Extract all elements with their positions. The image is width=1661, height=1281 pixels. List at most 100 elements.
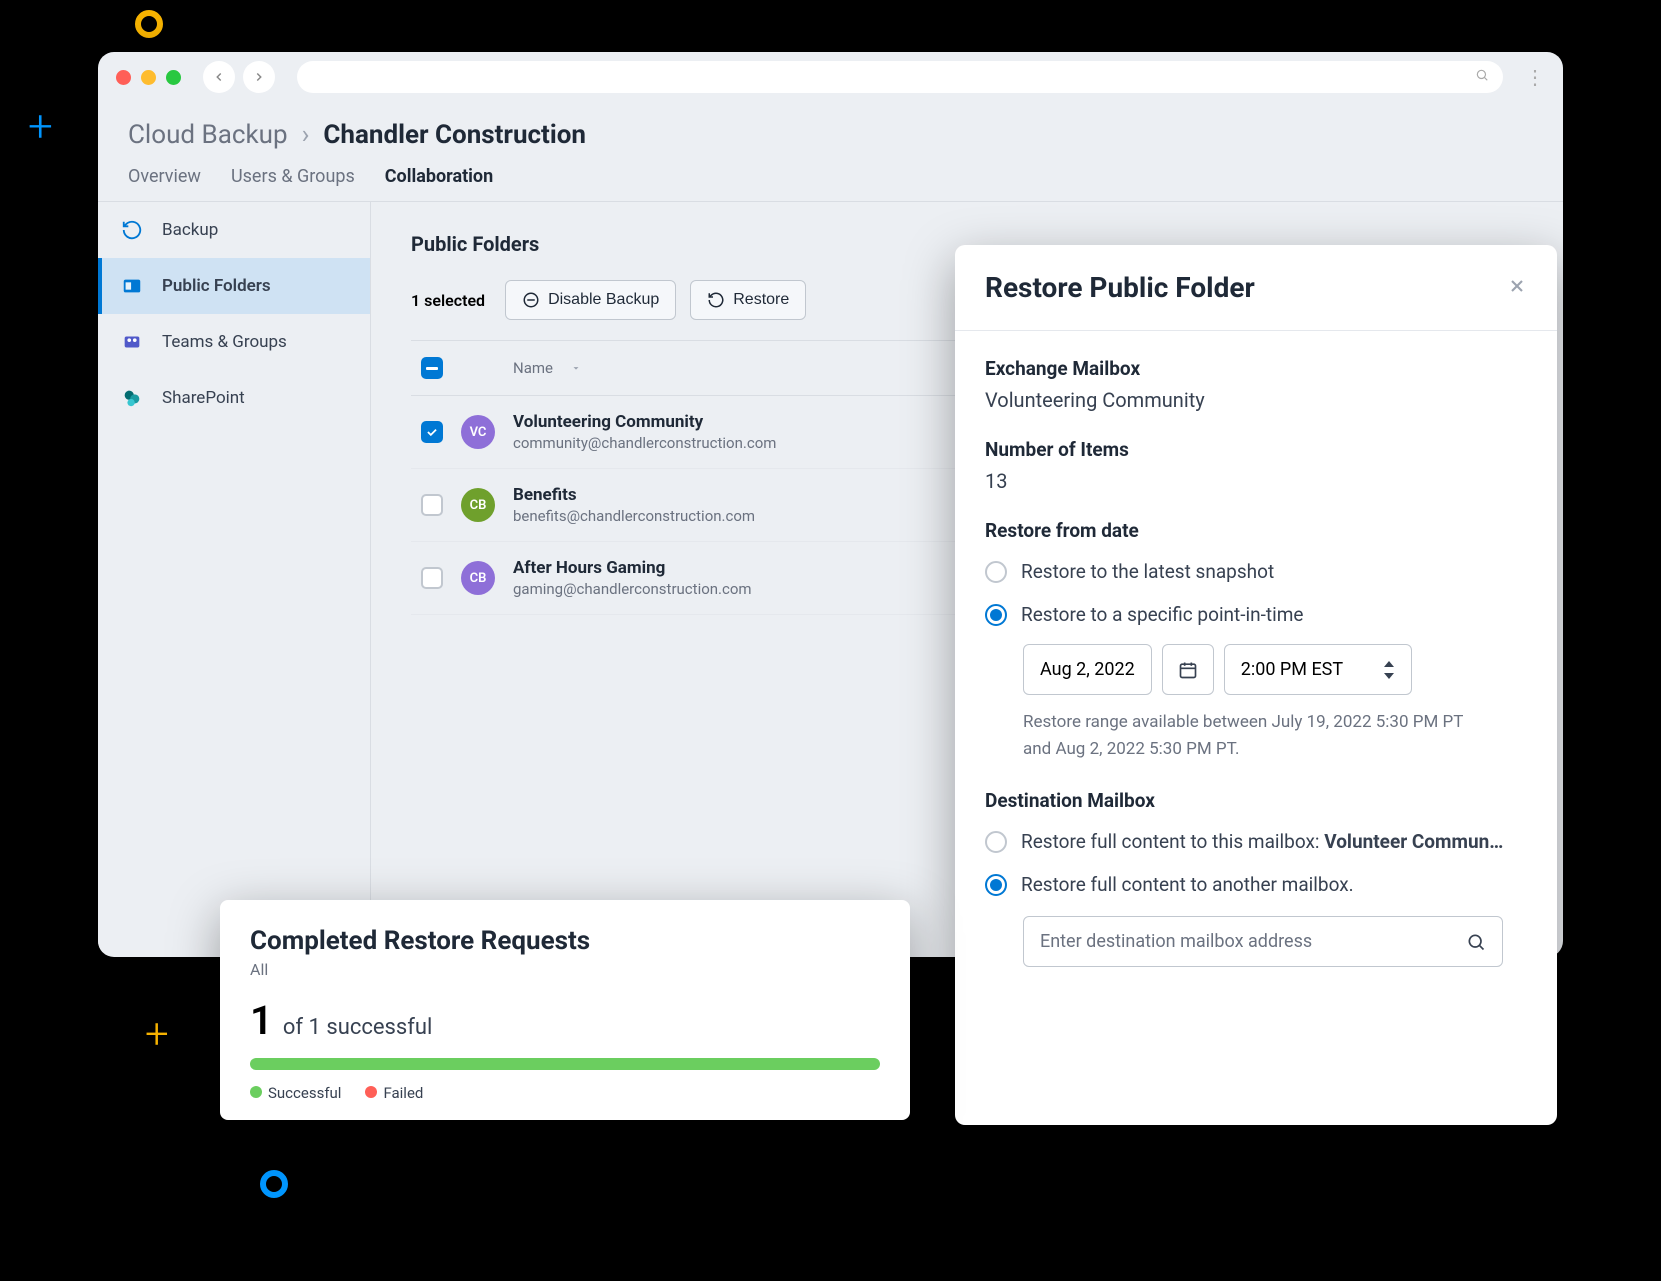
tab-collaboration[interactable]: Collaboration [385, 166, 493, 201]
legend-failed: Failed [365, 1084, 423, 1102]
restore-date-label: Restore from date [985, 519, 1527, 542]
destination-mailbox-input[interactable]: Enter destination mailbox address [1023, 916, 1503, 967]
sidebar-item-public-folders[interactable]: Public Folders [98, 258, 370, 314]
close-button[interactable] [1507, 272, 1527, 303]
sidebar-item-label: Public Folders [162, 276, 271, 296]
radio-dest-other-mailbox[interactable]: Restore full content to another mailbox. [985, 863, 1527, 906]
items-label: Number of Items [985, 438, 1527, 461]
avatar: CB [461, 561, 495, 595]
avatar: CB [461, 488, 495, 522]
input-placeholder: Enter destination mailbox address [1040, 931, 1312, 952]
mailbox-label: Exchange Mailbox [985, 357, 1527, 380]
dialog-body: Exchange Mailbox Volunteering Community … [955, 331, 1557, 1019]
legend: Successful Failed [250, 1084, 880, 1102]
search-icon [1466, 932, 1486, 952]
radio-button[interactable] [985, 561, 1007, 583]
sidebar-item-sharepoint[interactable]: SharePoint [98, 370, 370, 426]
time-input[interactable]: 2:00 PM EST [1224, 644, 1412, 695]
tab-overview[interactable]: Overview [128, 166, 201, 201]
nav-arrows [203, 61, 275, 93]
sidebar-item-backup[interactable]: Backup [98, 202, 370, 258]
row-checkbox[interactable] [421, 421, 443, 443]
dialog-header: Restore Public Folder [955, 245, 1557, 331]
row-checkbox[interactable] [421, 494, 443, 516]
breadcrumb-current: Chandler Construction [323, 120, 586, 150]
radio-button[interactable] [985, 874, 1007, 896]
arrow-right-icon [252, 70, 266, 84]
stat-label: of 1 successful [283, 1015, 433, 1040]
avatar: VC [461, 415, 495, 449]
search-icon [1475, 68, 1489, 86]
exchange-icon [120, 274, 144, 298]
radio-label: Restore to the latest snapshot [1021, 560, 1274, 583]
calendar-button[interactable] [1162, 644, 1214, 695]
arrow-left-icon [212, 70, 226, 84]
decoration-plus-blue: + [28, 100, 53, 152]
close-icon [1507, 276, 1527, 296]
progress-bar [250, 1058, 880, 1070]
more-menu-button[interactable]: ⋮ [1525, 65, 1545, 89]
folder-name: Benefits [513, 485, 755, 505]
sidebar: Backup Public Folders Teams & Groups Sha… [98, 202, 371, 952]
decoration-ring-yellow [135, 10, 163, 38]
completed-requests-card: Completed Restore Requests All 1 of 1 su… [220, 900, 910, 1120]
decoration-plus-yellow: + [145, 1010, 169, 1059]
destination-label: Destination Mailbox [985, 789, 1527, 812]
stat-number: 1 [250, 997, 273, 1044]
column-header-name[interactable]: Name [513, 359, 553, 377]
stepper-icon [1383, 661, 1395, 679]
radio-label: Restore full content to this mailbox: Vo… [1021, 830, 1504, 853]
folder-email: gaming@chandlerconstruction.com [513, 580, 752, 598]
sidebar-item-teams-groups[interactable]: Teams & Groups [98, 314, 370, 370]
restore-range-helper: Restore range available between July 19,… [1023, 709, 1493, 763]
stat-row: 1 of 1 successful [250, 997, 880, 1044]
maximize-window-button[interactable] [166, 70, 181, 85]
date-time-inputs: Aug 2, 2022 2:00 PM EST [1023, 644, 1527, 695]
dialog-title: Restore Public Folder [985, 271, 1255, 304]
date-value: Aug 2, 2022 [1040, 659, 1135, 680]
radio-point-in-time[interactable]: Restore to a specific point-in-time [985, 593, 1527, 636]
restore-icon [707, 291, 725, 309]
folder-name: Volunteering Community [513, 412, 776, 432]
disable-icon [522, 291, 540, 309]
breadcrumb-root[interactable]: Cloud Backup [128, 120, 288, 150]
date-input[interactable]: Aug 2, 2022 [1023, 644, 1152, 695]
calendar-icon [1178, 660, 1198, 680]
card-title: Completed Restore Requests [250, 926, 880, 956]
radio-label: Restore full content to another mailbox. [1021, 873, 1354, 896]
button-label: Disable Backup [548, 291, 659, 309]
legend-dot-success-icon [250, 1086, 262, 1098]
select-all-checkbox[interactable] [421, 357, 443, 379]
folder-name: After Hours Gaming [513, 558, 752, 578]
folder-email: community@chandlerconstruction.com [513, 434, 776, 452]
row-checkbox[interactable] [421, 567, 443, 589]
radio-button[interactable] [985, 604, 1007, 626]
chevron-right-icon: › [302, 120, 310, 150]
button-label: Restore [733, 291, 789, 309]
tab-bar: Overview Users & Groups Collaboration [98, 150, 1563, 202]
legend-success: Successful [250, 1084, 341, 1102]
mailbox-value: Volunteering Community [985, 388, 1527, 412]
radio-button[interactable] [985, 831, 1007, 853]
check-icon [425, 425, 439, 439]
close-window-button[interactable] [116, 70, 131, 85]
selected-count-label: 1 selected [411, 291, 485, 310]
window-controls [116, 70, 181, 85]
nav-back-button[interactable] [203, 61, 235, 93]
sidebar-item-label: SharePoint [162, 388, 245, 408]
nav-forward-button[interactable] [243, 61, 275, 93]
decoration-ring-blue [260, 1170, 288, 1198]
disable-backup-button[interactable]: Disable Backup [505, 280, 676, 320]
restore-button[interactable]: Restore [690, 280, 806, 320]
teams-icon [120, 330, 144, 354]
time-value: 2:00 PM EST [1241, 659, 1343, 680]
titlebar: ⋮ [98, 52, 1563, 102]
minimize-window-button[interactable] [141, 70, 156, 85]
sidebar-item-label: Teams & Groups [162, 332, 287, 352]
radio-dest-this-mailbox[interactable]: Restore full content to this mailbox: Vo… [985, 820, 1527, 863]
url-bar[interactable] [297, 61, 1503, 93]
legend-dot-failed-icon [365, 1086, 377, 1098]
radio-latest-snapshot[interactable]: Restore to the latest snapshot [985, 550, 1527, 593]
breadcrumb: Cloud Backup › Chandler Construction [98, 102, 1563, 150]
tab-users-groups[interactable]: Users & Groups [231, 166, 355, 201]
